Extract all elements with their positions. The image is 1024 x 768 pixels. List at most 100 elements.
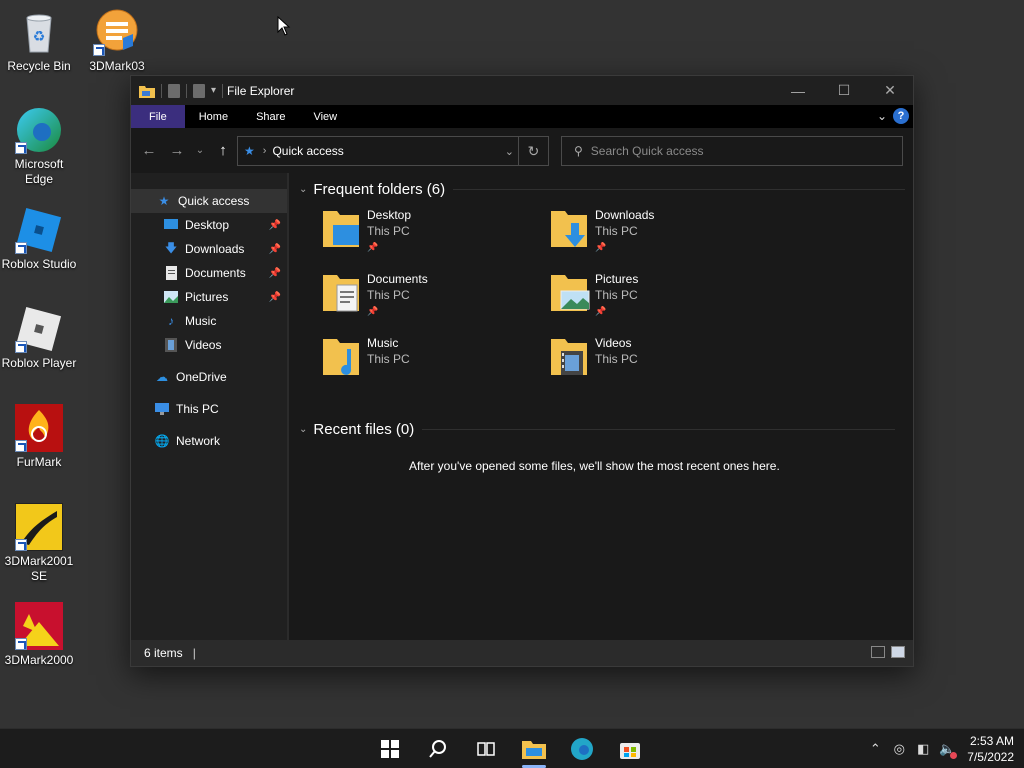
system-clock[interactable]: 2:53 AM 7/5/2022 (967, 733, 1014, 765)
frequent-folders-header[interactable]: ⌄ Frequent folders (6) (299, 177, 913, 201)
desktop-icon-label: Recycle Bin (7, 59, 71, 73)
desktop-icon-label: FurMark (16, 455, 62, 469)
volume-muted-icon[interactable]: 🔈 (939, 741, 958, 759)
tab-file[interactable]: File (131, 105, 185, 128)
close-button[interactable]: ✕ (867, 76, 913, 105)
address-row: ← → ⌄ ↑ ★ › Quick access ⌄ ↻ ⚲ (131, 128, 913, 173)
folder-tile-documents[interactable]: Documents This PC 📌 (321, 271, 541, 331)
nav-item-music[interactable]: ♪ Music (131, 309, 287, 333)
tab-share[interactable]: Share (242, 105, 299, 128)
breadcrumb[interactable]: Quick access (272, 144, 343, 158)
back-button[interactable]: ← (135, 137, 163, 165)
ribbon-right-controls: ⌄ ? (877, 108, 909, 124)
address-dropdown-icon[interactable]: ⌄ (505, 145, 514, 158)
up-button[interactable]: ↑ (209, 137, 237, 165)
refresh-button[interactable]: ↻ (518, 137, 548, 165)
help-icon[interactable]: ? (893, 108, 909, 124)
search-input[interactable] (590, 144, 881, 158)
view-toggle (871, 646, 905, 658)
expand-ribbon-icon[interactable]: ⌄ (877, 109, 887, 123)
store-icon (620, 743, 640, 759)
desktop-icon-label: Microsoft Edge (14, 157, 64, 186)
desktop-icon-edge[interactable]: Microsoft Edge (0, 106, 78, 187)
folder-tile-desktop[interactable]: Desktop This PC 📌 (321, 207, 541, 267)
quick-access-toolbar: ▾ (131, 76, 224, 105)
videos-folder-icon (549, 335, 591, 379)
search-box[interactable]: ⚲ (561, 136, 903, 166)
task-view-icon (477, 742, 495, 756)
edge-taskbar-button[interactable] (558, 729, 606, 768)
new-folder-icon[interactable] (193, 83, 205, 98)
file-explorer-taskbar-button[interactable] (510, 729, 558, 768)
edge-icon (15, 106, 63, 154)
pin-icon: 📌 (268, 291, 281, 303)
nav-item-label: OneDrive (176, 370, 227, 384)
documents-folder-icon (321, 271, 363, 315)
large-icons-view-button[interactable] (891, 646, 905, 658)
nav-item-quick-access[interactable]: ★ Quick access (131, 189, 287, 213)
desktop-icon-3dmark2000[interactable]: 3DMark2000 (0, 602, 78, 668)
system-tray: ⌃ ◎ ◧ 🔈 2:53 AM 7/5/2022 (867, 729, 1014, 768)
computer-icon (155, 402, 169, 416)
tab-home[interactable]: Home (185, 105, 242, 128)
desktop-icon-3dmark03[interactable]: 3DMark03 (78, 8, 156, 74)
mouse-cursor-icon (277, 16, 291, 36)
folder-name: Desktop (367, 208, 412, 222)
meet-now-icon[interactable]: ◎ (891, 741, 907, 757)
nav-item-onedrive[interactable]: ☁ OneDrive (131, 365, 287, 389)
shortcut-arrow-icon (15, 142, 27, 154)
nav-item-videos[interactable]: Videos (131, 333, 287, 357)
nav-item-network[interactable]: 🌐 Network (131, 429, 287, 453)
properties-icon[interactable] (168, 83, 180, 98)
folder-location: This PC (367, 224, 410, 238)
desktop-icon-furmark[interactable]: FurMark (0, 404, 78, 470)
customize-toolbar-icon[interactable]: ▾ (211, 85, 216, 96)
title-bar[interactable]: ▾ File Explorer — ☐ ✕ (131, 76, 913, 105)
nav-item-downloads[interactable]: 🡇 Downloads 📌 (131, 237, 287, 261)
details-view-button[interactable] (871, 646, 885, 658)
nav-item-pictures[interactable]: Pictures 📌 (131, 285, 287, 309)
maximize-button[interactable]: ☐ (821, 76, 867, 105)
recent-locations-button[interactable]: ⌄ (191, 137, 209, 165)
downloads-folder-icon (549, 207, 591, 251)
nav-item-this-pc[interactable]: This PC (131, 397, 287, 421)
chevron-down-icon: ⌄ (299, 423, 308, 435)
folder-tile-videos[interactable]: Videos This PC (549, 335, 769, 395)
desktop-icon-3dmark2001[interactable]: 3DMark2001 SE (0, 502, 78, 584)
folder-name: Music (367, 336, 399, 350)
folder-tile-pictures[interactable]: Pictures This PC 📌 (549, 271, 769, 331)
start-button[interactable] (366, 729, 414, 768)
divider (453, 188, 905, 190)
music-folder-icon (321, 335, 363, 379)
edge-icon (571, 738, 593, 760)
navigation-pane: ★ Quick access Desktop 📌 🡇 Downloads 📌 D… (131, 173, 287, 640)
search-button[interactable] (414, 729, 462, 768)
folder-tile-music[interactable]: Music This PC (321, 335, 541, 395)
network-icon[interactable]: ◧ (915, 741, 931, 757)
divider (222, 83, 224, 98)
address-bar[interactable]: ★ › Quick access ⌄ ↻ (237, 136, 549, 166)
store-taskbar-button[interactable] (606, 729, 654, 768)
show-hidden-icons-chevron-icon[interactable]: ⌃ (867, 741, 883, 757)
nav-item-label: Network (176, 434, 221, 448)
desktop-icon-roblox-player[interactable]: Roblox Player (0, 305, 78, 371)
nav-item-label: Documents (185, 266, 246, 280)
forward-button[interactable]: → (163, 137, 191, 165)
task-view-button[interactable] (462, 729, 510, 768)
desktop-icon-recycle-bin[interactable]: ♻ Recycle Bin (0, 8, 78, 74)
search-icon: ⚲ (574, 144, 583, 158)
divider (186, 83, 187, 98)
folder-tile-downloads[interactable]: Downloads This PC 📌 (549, 207, 769, 267)
clock-time: 2:53 AM (969, 734, 1014, 748)
recent-files-header[interactable]: ⌄ Recent files (0) (299, 417, 903, 441)
shortcut-arrow-icon (15, 341, 27, 353)
desktop-icon-label: 3DMark03 (89, 59, 145, 73)
nav-item-documents[interactable]: Documents 📌 (131, 261, 287, 285)
tab-view[interactable]: View (299, 105, 351, 128)
desktop-icon-roblox-studio[interactable]: Roblox Studio (0, 206, 78, 272)
nav-item-desktop[interactable]: Desktop 📌 (131, 213, 287, 237)
minimize-button[interactable]: — (775, 76, 821, 105)
3dmark03-icon (93, 8, 141, 56)
recent-files-empty-message: After you've opened some files, we'll sh… (409, 459, 780, 473)
clock-date: 7/5/2022 (967, 750, 1014, 764)
